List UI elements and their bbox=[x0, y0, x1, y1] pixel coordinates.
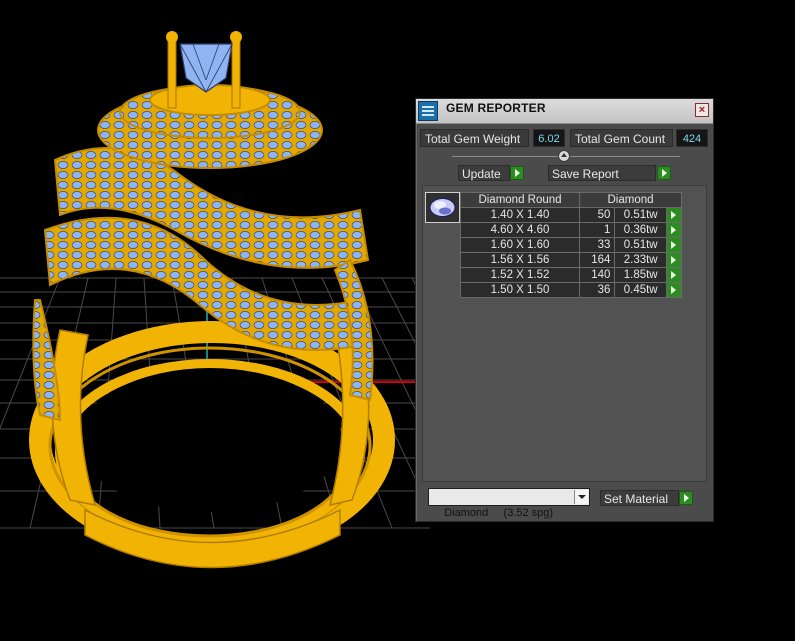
gem-weight: 0.36tw bbox=[614, 222, 667, 238]
table-row[interactable]: 4.60 X 4.60 1 0.36tw bbox=[460, 222, 683, 238]
gem-size: 1.56 X 1.56 bbox=[460, 252, 580, 268]
set-material-button[interactable]: Set Material bbox=[600, 490, 679, 506]
table-row[interactable]: 1.60 X 1.60 33 0.51tw bbox=[460, 237, 683, 253]
gem-size: 1.60 X 1.60 bbox=[460, 237, 580, 253]
save-report-button[interactable]: Save Report bbox=[548, 165, 656, 181]
table-row[interactable]: 1.40 X 1.40 50 0.51tw bbox=[460, 207, 683, 223]
header-material: Diamond bbox=[579, 192, 682, 208]
gem-size: 4.60 X 4.60 bbox=[460, 222, 580, 238]
gem-weight: 0.51tw bbox=[614, 207, 667, 223]
material-select[interactable]: Diamond (3.52 spg) bbox=[428, 488, 590, 519]
row-go-icon[interactable] bbox=[665, 222, 683, 238]
gem-weight: 1.85tw bbox=[614, 267, 667, 283]
gem-weight: 0.45tw bbox=[614, 282, 667, 298]
gem-size: 1.52 X 1.52 bbox=[460, 267, 580, 283]
gem-weight: 0.51tw bbox=[614, 237, 667, 253]
window-title: GEM REPORTER bbox=[446, 101, 546, 115]
collapse-toggle-icon[interactable] bbox=[558, 150, 570, 162]
title-bar[interactable]: GEM REPORTER × bbox=[416, 99, 713, 124]
gem-count: 140 bbox=[578, 267, 616, 283]
table-row[interactable]: 1.56 X 1.56 164 2.33tw bbox=[460, 252, 683, 268]
set-material-go-icon[interactable] bbox=[679, 491, 693, 505]
table-row[interactable]: 1.50 X 1.50 36 0.45tw bbox=[460, 282, 683, 298]
total-gem-count-label: Total Gem Count bbox=[570, 129, 673, 147]
gem-count: 1 bbox=[578, 222, 616, 238]
chevron-down-icon[interactable] bbox=[574, 490, 588, 504]
close-icon[interactable]: × bbox=[695, 103, 709, 117]
gem-count: 33 bbox=[578, 237, 616, 253]
row-go-icon[interactable] bbox=[665, 282, 683, 298]
update-go-icon[interactable] bbox=[510, 166, 524, 180]
row-go-icon[interactable] bbox=[665, 267, 683, 283]
total-gem-weight-label: Total Gem Weight bbox=[420, 129, 529, 147]
table-row[interactable]: 1.52 X 1.52 140 1.85tw bbox=[460, 267, 683, 283]
material-select-value: Diamond (3.52 spg) bbox=[444, 507, 554, 519]
gem-count: 164 bbox=[578, 252, 616, 268]
gem-reporter-panel: GEM REPORTER × Total Gem Weight 6.02 Tot… bbox=[415, 98, 714, 522]
gem-report-icon bbox=[418, 101, 438, 121]
total-gem-count-value: 424 bbox=[676, 129, 708, 147]
row-go-icon[interactable] bbox=[665, 237, 683, 253]
gem-size: 1.40 X 1.40 bbox=[460, 207, 580, 223]
gem-count: 50 bbox=[578, 207, 616, 223]
gem-count: 36 bbox=[578, 282, 616, 298]
round-diamond-icon[interactable] bbox=[425, 192, 460, 223]
gem-weight: 2.33tw bbox=[614, 252, 667, 268]
save-report-go-icon[interactable] bbox=[657, 166, 671, 180]
gem-size: 1.50 X 1.50 bbox=[460, 282, 580, 298]
gem-table: Diamond Round Diamond 1.40 X 1.40 50 0.5… bbox=[460, 192, 683, 298]
total-gem-weight-value: 6.02 bbox=[533, 129, 565, 147]
row-go-icon[interactable] bbox=[665, 252, 683, 268]
update-button[interactable]: Update bbox=[458, 165, 510, 181]
row-go-icon[interactable] bbox=[665, 207, 683, 223]
header-shape: Diamond Round bbox=[460, 192, 580, 208]
